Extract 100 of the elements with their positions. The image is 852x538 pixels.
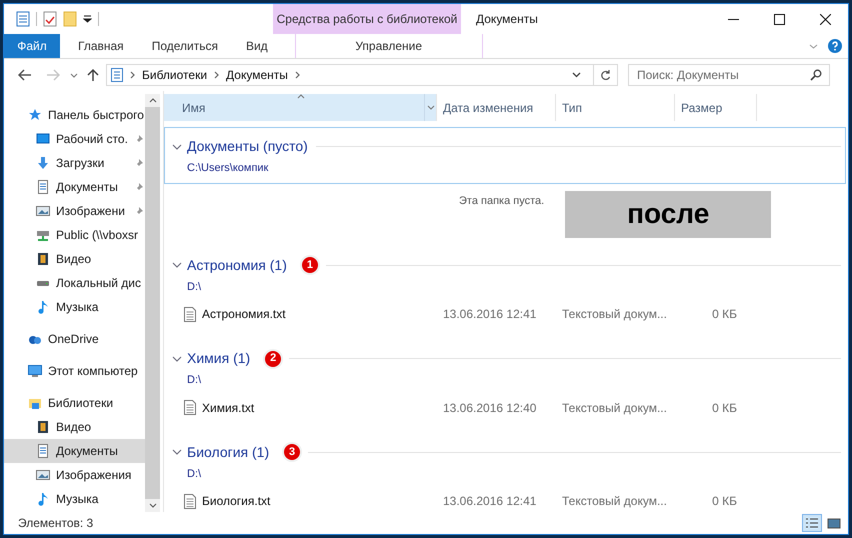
group-path: C:\Users\компик [187,161,270,176]
group-header[interactable]: Биология (1) 3 D:\ [164,432,846,489]
address-bar[interactable]: Библиотеки Документы [106,64,618,86]
caption-label: после [565,190,772,238]
close-icon [820,14,830,24]
table-cell-text: 0 КБ [711,306,737,323]
sidebar-item[interactable]: OneDrive [4,327,145,351]
up-arrow-icon[interactable] [87,68,99,82]
file-name[interactable]: Химия.txt [202,398,254,416]
group-path: D:\ [187,280,202,294]
chevron-down-icon[interactable] [172,144,182,150]
sidebar-item[interactable]: Загрузки [4,151,145,175]
group-title[interactable]: Документы (пусто) [187,136,308,157]
document-icon [36,180,50,194]
search-icon [810,69,822,81]
group-title[interactable]: Астрономия (1) [187,254,287,276]
column-header[interactable]: Дата изменения [437,94,556,121]
sidebar-item[interactable]: Музыка [4,487,145,511]
scroll-down-icon[interactable] [148,503,156,508]
minimize-icon [728,18,738,20]
chevron-right-icon[interactable] [214,71,220,79]
ribbon-tab[interactable]: Вид [232,34,282,58]
monitor-icon [36,132,50,146]
monitor-icon [28,364,42,378]
properties-icon[interactable] [43,11,57,27]
ribbon-tab[interactable]: Поделиться [138,34,232,58]
ribbon-tab[interactable]: Файл [4,34,60,58]
sidebar-item[interactable]: Public (\\vboxsr [4,223,145,247]
chevron-down-icon[interactable] [172,449,182,455]
picture-icon [36,468,50,482]
picture-icon [36,204,50,218]
scroll-up-icon[interactable] [148,98,156,103]
search-field[interactable]: Поиск: Документы [628,64,830,86]
chevron-down-icon[interactable] [172,262,182,268]
film-icon [36,252,50,266]
sidebar-item[interactable]: Панель быстрого [4,103,145,127]
table-cell-text: 0 КБ [711,400,737,416]
group-title[interactable]: Химия (1) [187,348,250,369]
sidebar-item[interactable]: Документы [4,175,145,199]
ribbon-tab[interactable]: Главная [64,34,138,58]
chevron-right-icon[interactable] [294,71,300,79]
chevron-right-icon[interactable] [130,71,135,79]
table-cell-text: Текстовый докум... [561,493,668,510]
chevron-down-icon[interactable] [172,356,182,362]
number-badge: 3 [284,444,300,460]
breadcrumb[interactable]: Документы [226,66,288,84]
table-cell-text: 13.06.2016 12:40 [442,400,538,416]
chevron-down-icon[interactable] [572,72,581,78]
refresh-icon[interactable] [600,69,611,81]
column-header[interactable]: Размер [675,94,757,121]
details-view-icon [804,516,820,530]
sidebar-item[interactable]: Этот компьютер [4,359,145,383]
dropdown-icon[interactable] [83,15,92,23]
sidebar-item[interactable]: Библиотеки [4,391,145,415]
maximize-icon [774,14,784,24]
sidebar-item[interactable]: Видео [4,415,145,439]
chevron-down-icon[interactable] [70,72,78,78]
table-cell-text: 13.06.2016 12:41 [442,306,538,323]
text-file-icon [184,494,196,508]
text-file-icon [184,400,196,415]
column-header[interactable]: Имя [164,94,437,121]
column-header[interactable]: Тип [556,94,675,121]
table-cell-text: Текстовый докум... [561,400,668,416]
sidebar-item[interactable]: Документы [4,439,145,463]
status-text: Элементов: 3 [18,515,94,532]
view-button[interactable] [802,514,822,532]
window-title: Документы [476,11,538,28]
film-icon [36,420,50,434]
download-icon [36,156,50,170]
group-path: D:\ [187,466,202,482]
music-note-icon [36,492,50,506]
file-name[interactable]: Биология.txt [202,492,270,510]
number-badge: 2 [265,350,282,366]
ribbon-tab[interactable]: Управление [294,34,483,58]
group-header[interactable]: Химия (1) 2 D:\ [164,339,846,396]
sidebar-item[interactable]: Изображени [4,199,145,223]
sidebar-item[interactable]: Изображения [4,463,145,487]
group-title[interactable]: Биология (1) [187,442,270,462]
document-icon[interactable] [16,11,30,27]
back-arrow-icon[interactable] [18,69,32,81]
file-name[interactable]: Астрономия.txt [202,305,286,323]
sidebar-item[interactable]: Локальный дис [4,271,145,295]
music-note-icon [36,300,50,314]
table-cell-text: 13.06.2016 12:41 [442,493,538,510]
document-icon [36,444,50,458]
group-path: D:\ [187,373,202,388]
sidebar-item[interactable]: Рабочий сто. [4,127,145,151]
document-icon [111,68,123,82]
breadcrumb[interactable]: Библиотеки [142,66,208,84]
empty-folder-message: Эта папка пуста. [459,194,544,208]
sidebar-item[interactable]: Музыка [4,295,145,319]
network-drive-icon [36,228,50,242]
table-cell-text: 0 КБ [711,493,737,510]
group-header[interactable]: Документы (пусто) C:\Users\компик [164,127,846,184]
sidebar-item[interactable]: Видео [4,247,145,271]
group-header[interactable]: Астрономия (1) 1 D:\ [164,246,846,302]
context-tab-group: Средства работы с библиотекой [273,4,461,34]
help-icon[interactable] [828,39,842,53]
number-badge: 1 [302,257,318,273]
star-icon [28,108,42,122]
